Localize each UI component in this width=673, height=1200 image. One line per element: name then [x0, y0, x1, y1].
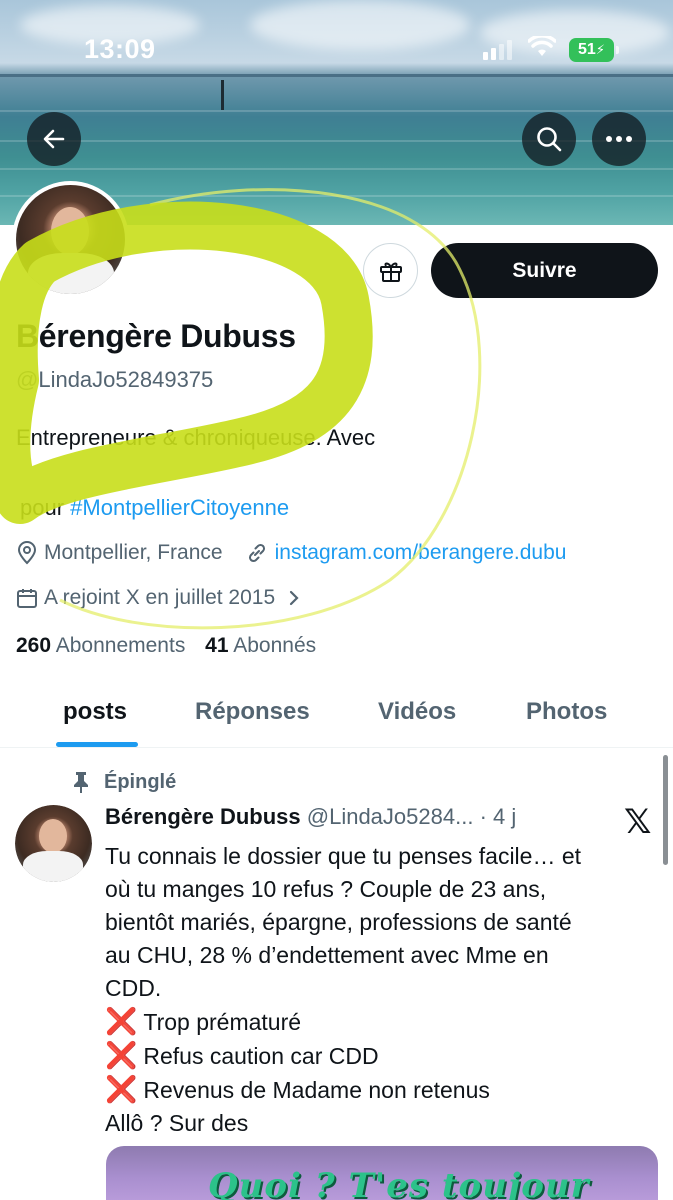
follow-counts: 260 Abonnements 41 Abonnés	[16, 634, 316, 658]
tab-replies[interactable]: Réponses	[195, 698, 310, 726]
tab-videos[interactable]: Vidéos	[378, 698, 456, 726]
post-line: Allô ? Sur des	[105, 1110, 249, 1136]
chevron-right-icon	[290, 590, 299, 606]
cellular-signal-icon	[483, 40, 512, 60]
back-button[interactable]	[27, 112, 81, 166]
scrollbar[interactable]	[663, 755, 668, 865]
followers-link[interactable]: 41 Abonnés	[205, 634, 316, 657]
profile-meta-row: Montpellier, France instagram.com/berang…	[16, 541, 566, 565]
profile-joined-row[interactable]: A rejoint X en juillet 2015	[16, 586, 301, 610]
post-bullet: ❌ Refus caution car CDD	[105, 1039, 645, 1073]
banner-cloud	[250, 0, 470, 50]
avatar-photo	[16, 185, 125, 294]
post-author-handle[interactable]: @LindaJo5284...	[307, 804, 474, 829]
avatar-shirt	[23, 851, 83, 882]
post-header: Bérengère Dubuss @LindaJo5284... · 4 j	[105, 804, 516, 830]
post-line: au CHU, 28 % d’endettement avec Mme en	[105, 942, 549, 968]
profile-bio-line2: pour #MontpellierCitoyenne	[20, 495, 289, 521]
profile-website-link[interactable]: instagram.com/berangere.dubu	[275, 541, 567, 565]
link-icon	[248, 543, 265, 563]
banner-horizon	[0, 74, 673, 77]
following-count: 260	[16, 634, 52, 657]
profile-avatar[interactable]	[12, 181, 129, 298]
search-button[interactable]	[522, 112, 576, 166]
media-caption-text: Quoi ? T'es toujour	[208, 1166, 590, 1200]
calendar-icon	[17, 589, 37, 608]
followers-label: Abonnés	[233, 634, 317, 657]
post-media[interactable]: Quoi ? T'es toujour	[106, 1146, 658, 1200]
banner-wave	[0, 110, 673, 112]
banner-buoy	[221, 80, 224, 110]
arrow-left-icon	[43, 129, 65, 149]
more-button[interactable]	[592, 112, 646, 166]
location-pin-icon	[17, 541, 37, 565]
post-line: bientôt mariés, épargne, professions de …	[105, 909, 572, 935]
charging-icon: ⚡	[595, 42, 605, 57]
post-time[interactable]: · 4 j	[480, 804, 517, 829]
active-tab-indicator	[56, 742, 138, 747]
more-horizontal-icon	[606, 136, 632, 142]
profile-handle: @LindaJo52849375	[16, 367, 214, 392]
tab-posts[interactable]: posts	[63, 698, 127, 726]
post-bullet: ❌ Trop prématuré	[105, 1005, 645, 1039]
x-logo-icon: 𝕏	[624, 803, 652, 841]
cross-mark-icon: ❌	[105, 1074, 138, 1104]
avatar-shirt	[28, 253, 114, 294]
cross-mark-icon: ❌	[105, 1006, 138, 1036]
gift-icon	[379, 262, 402, 282]
avatar-photo	[15, 805, 92, 882]
following-link[interactable]: 260 Abonnements	[16, 634, 185, 657]
pinned-label: Épinglé	[104, 770, 177, 793]
profile-location: Montpellier, France	[44, 541, 223, 564]
bio-hashtag-link[interactable]: #MontpellierCitoyenne	[70, 495, 289, 520]
post-line: CDD.	[105, 975, 162, 1001]
cross-mark-icon: ❌	[105, 1040, 138, 1070]
post-author-name[interactable]: Bérengère Dubuss	[105, 804, 301, 829]
bio-prefix: pour	[20, 495, 71, 520]
followers-count: 41	[205, 634, 229, 657]
post-text[interactable]: Tu connais le dossier que tu penses faci…	[105, 840, 645, 1140]
avatar-face	[51, 207, 89, 255]
status-time: 13:09	[84, 34, 156, 64]
follow-button[interactable]: Suivre	[431, 243, 658, 298]
profile-tabs: posts Réponses Vidéos Photos	[0, 690, 673, 748]
following-label: Abonnements	[55, 634, 186, 657]
pinned-indicator: Épinglé	[72, 770, 176, 794]
gift-button[interactable]	[363, 243, 418, 298]
avatar-face	[39, 819, 67, 853]
bullet-text: Trop prématuré	[143, 1009, 302, 1035]
post-line: Tu connais le dossier que tu penses faci…	[105, 843, 582, 869]
tab-photos[interactable]: Photos	[526, 698, 607, 726]
profile-name: Bérengère Dubuss	[16, 318, 296, 354]
search-icon	[537, 127, 562, 152]
battery-level: 51	[578, 41, 596, 58]
post-bullet: ❌ Revenus de Madame non retenus	[105, 1073, 645, 1107]
battery-indicator: 51 ⚡	[569, 38, 619, 62]
post-line: où tu manges 10 refus ? Couple de 23 ans…	[105, 876, 547, 902]
banner-wave	[0, 168, 673, 170]
bullet-text: Revenus de Madame non retenus	[143, 1077, 490, 1103]
pin-icon	[74, 772, 88, 793]
profile-joined: A rejoint X en juillet 2015	[44, 586, 276, 609]
post-author-avatar[interactable]	[15, 805, 92, 882]
bullet-text: Refus caution car CDD	[143, 1043, 379, 1069]
profile-bio-line1: Entrepreneure & chroniqueuse. Avec	[16, 425, 376, 450]
wifi-icon	[528, 36, 556, 56]
